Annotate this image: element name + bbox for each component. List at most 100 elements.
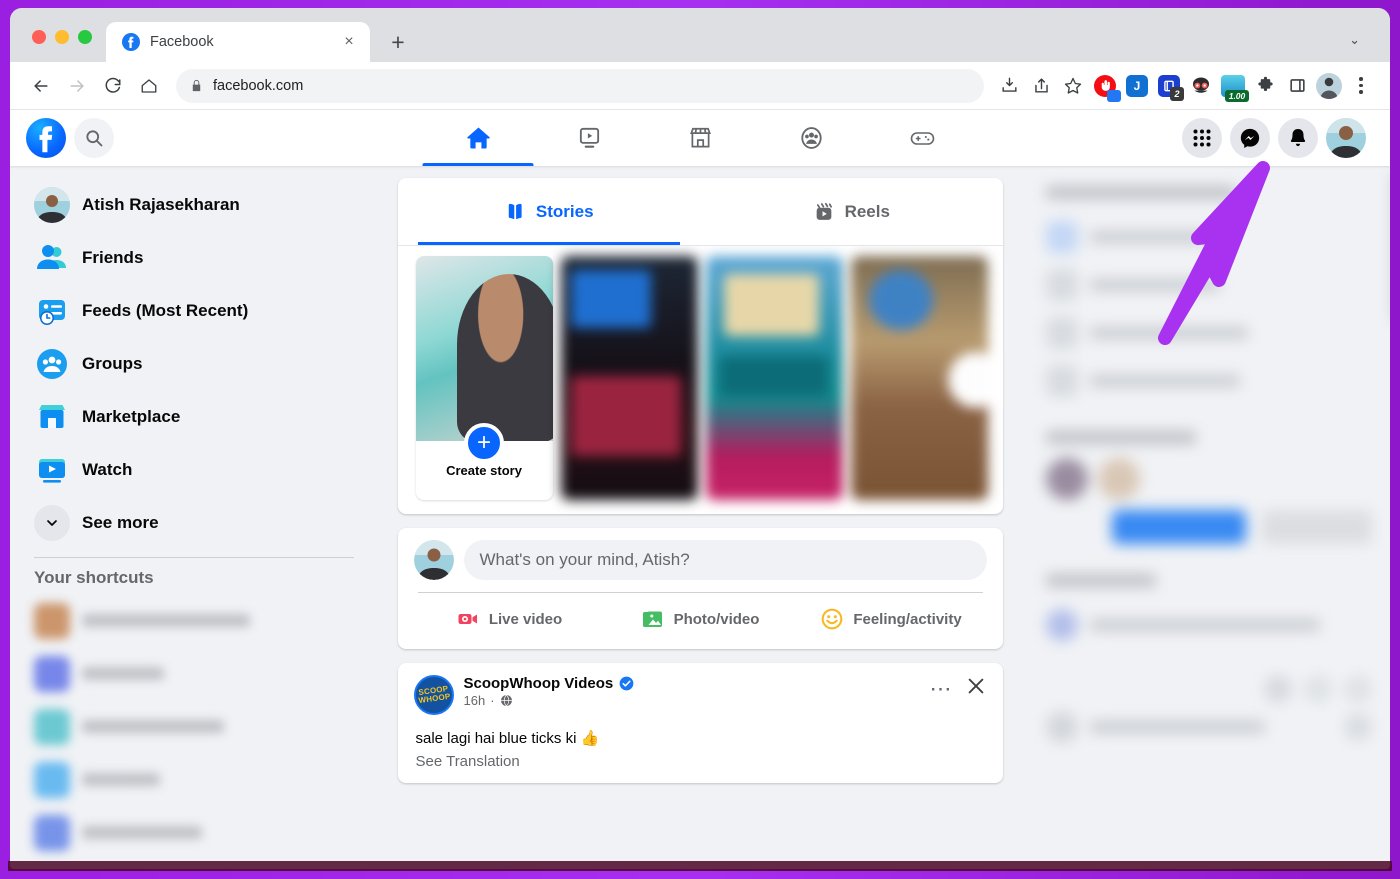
facebook-logo[interactable] bbox=[26, 118, 66, 158]
right-primary-button[interactable] bbox=[1112, 510, 1247, 544]
post-time: 16h bbox=[463, 693, 486, 708]
story-card[interactable] bbox=[705, 256, 843, 500]
shortcut-item[interactable] bbox=[26, 806, 362, 859]
address-bar[interactable]: facebook.com bbox=[176, 68, 984, 103]
bookmark-star-icon[interactable] bbox=[1058, 71, 1088, 101]
share-icon[interactable] bbox=[1026, 71, 1056, 101]
photo-video-button[interactable]: Photo/video bbox=[605, 593, 796, 645]
close-window-button[interactable] bbox=[32, 30, 46, 44]
sidebar-label: Friends bbox=[82, 247, 144, 267]
globe-icon bbox=[500, 694, 512, 707]
right-list-item[interactable] bbox=[1042, 601, 1372, 649]
right-list-item[interactable] bbox=[1042, 703, 1372, 751]
nav-tab-video[interactable] bbox=[534, 110, 645, 166]
annotation-frame: Facebook × + ⌄ facebook.com J 2 1.00 Ati… bbox=[0, 0, 1400, 879]
currency-extension-icon[interactable]: 1.00 bbox=[1218, 71, 1249, 102]
create-story-card[interactable]: + Create story bbox=[415, 256, 553, 500]
feeling-activity-button[interactable]: Feeling/activity bbox=[796, 593, 987, 645]
close-icon[interactable] bbox=[965, 675, 987, 702]
composer-avatar[interactable] bbox=[413, 540, 454, 580]
extensions-puzzle-icon[interactable] bbox=[1250, 71, 1280, 101]
home-button[interactable] bbox=[132, 69, 166, 103]
more-options-icon[interactable]: ⋯ bbox=[930, 677, 953, 699]
action-label: Feeling/activity bbox=[853, 610, 962, 628]
post-header: SCOOP WHOOP ScoopWhoop Videos 16h · ⋯ bbox=[413, 675, 987, 715]
sidebar-item-feeds[interactable]: Feeds (Most Recent) bbox=[26, 284, 362, 337]
shortcut-label bbox=[82, 667, 164, 680]
nav-tab-groups[interactable] bbox=[756, 110, 867, 166]
sidebar-label: Groups bbox=[82, 353, 143, 373]
shortcut-label bbox=[82, 826, 202, 839]
maximize-window-button[interactable] bbox=[78, 30, 92, 44]
live-video-icon bbox=[458, 614, 477, 624]
post-page-name[interactable]: ScoopWhoop Videos bbox=[464, 675, 614, 692]
shortcut-item[interactable] bbox=[26, 700, 362, 753]
tab-reels[interactable]: Reels bbox=[700, 178, 1003, 245]
sidebar-item-groups[interactable]: Groups bbox=[26, 337, 362, 390]
story-card[interactable] bbox=[850, 256, 988, 500]
live-video-button[interactable]: Live video bbox=[414, 593, 605, 645]
feeds-icon bbox=[34, 293, 70, 329]
search-icon[interactable] bbox=[74, 118, 114, 158]
sidebar-item-see-more[interactable]: See more bbox=[26, 496, 362, 549]
downloads-icon[interactable] bbox=[994, 71, 1024, 101]
composer-placeholder: What's on your mind, Atish? bbox=[479, 550, 690, 569]
create-story-plus-icon[interactable]: + bbox=[464, 423, 504, 463]
kebab-menu-icon[interactable] bbox=[1346, 71, 1376, 101]
sidebar-item-watch[interactable]: Watch bbox=[26, 443, 362, 496]
new-tab-button[interactable]: + bbox=[382, 26, 414, 58]
shortcut-item[interactable] bbox=[26, 647, 362, 700]
close-tab-button[interactable]: × bbox=[338, 31, 360, 53]
shortcut-item[interactable] bbox=[26, 594, 362, 647]
shortcut-item[interactable] bbox=[26, 753, 362, 806]
window-controls[interactable] bbox=[10, 30, 92, 62]
facebook-page: Atish Rajasekharan Friends Feeds (Most R… bbox=[10, 110, 1390, 869]
notes-badge-count: 2 bbox=[1170, 86, 1184, 101]
right-list-item[interactable] bbox=[1042, 309, 1372, 357]
side-panel-icon[interactable] bbox=[1282, 71, 1312, 101]
forward-button[interactable] bbox=[60, 69, 94, 103]
sidebar-label: Atish Rajasekharan bbox=[82, 194, 240, 214]
sidebar-item-friends[interactable]: Friends bbox=[26, 231, 362, 284]
nav-tab-home[interactable] bbox=[422, 110, 534, 166]
adblock-extension-icon[interactable] bbox=[1090, 71, 1121, 102]
notifications-bell-icon[interactable] bbox=[1278, 118, 1318, 158]
chrome-profile-avatar[interactable] bbox=[1314, 71, 1344, 101]
see-translation-link[interactable]: See Translation bbox=[414, 753, 987, 770]
story-card[interactable] bbox=[560, 256, 698, 500]
header-nav-tabs bbox=[422, 110, 978, 166]
facebook-favicon bbox=[122, 33, 140, 51]
header-right-actions bbox=[1182, 118, 1390, 158]
sidebar-label: See more bbox=[82, 512, 159, 532]
stories-row[interactable]: + Create story bbox=[398, 246, 1003, 514]
right-list-item[interactable] bbox=[1042, 357, 1372, 405]
messenger-icon[interactable] bbox=[1230, 118, 1270, 158]
action-label: Live video bbox=[488, 610, 563, 628]
account-avatar[interactable] bbox=[1326, 118, 1366, 158]
shortcut-label bbox=[82, 773, 160, 786]
post-page-avatar[interactable]: SCOOP WHOOP bbox=[413, 675, 454, 715]
composer-input[interactable]: What's on your mind, Atish? bbox=[463, 540, 987, 580]
shortcut-thumbnail bbox=[34, 655, 70, 692]
sidebar-item-marketplace[interactable]: Marketplace bbox=[26, 390, 362, 443]
shortcut-label bbox=[82, 614, 250, 627]
joplin-extension-icon[interactable]: J bbox=[1122, 71, 1152, 101]
browser-toolbar: facebook.com J 2 1.00 bbox=[10, 62, 1390, 110]
tab-list-chevron-down-icon[interactable]: ⌄ bbox=[1349, 32, 1360, 48]
reload-button[interactable] bbox=[96, 69, 130, 103]
right-secondary-button[interactable] bbox=[1262, 510, 1372, 544]
right-list-item[interactable] bbox=[1042, 213, 1372, 261]
avatar-extension-icon[interactable] bbox=[1186, 71, 1216, 101]
nav-tab-marketplace[interactable] bbox=[645, 110, 756, 166]
right-sidebar bbox=[1030, 166, 1390, 869]
sidebar-item-profile[interactable]: Atish Rajasekharan bbox=[26, 178, 362, 231]
notes-extension-icon[interactable]: 2 bbox=[1154, 71, 1184, 101]
right-list-item[interactable] bbox=[1042, 261, 1372, 309]
back-button[interactable] bbox=[24, 69, 58, 103]
nav-tab-gaming[interactable] bbox=[867, 110, 978, 166]
page-columns: Atish Rajasekharan Friends Feeds (Most R… bbox=[10, 166, 1390, 869]
menu-grid-icon[interactable] bbox=[1182, 118, 1222, 158]
minimize-window-button[interactable] bbox=[55, 30, 69, 44]
browser-tab-facebook[interactable]: Facebook × bbox=[106, 22, 370, 62]
tab-stories[interactable]: Stories bbox=[398, 178, 701, 245]
